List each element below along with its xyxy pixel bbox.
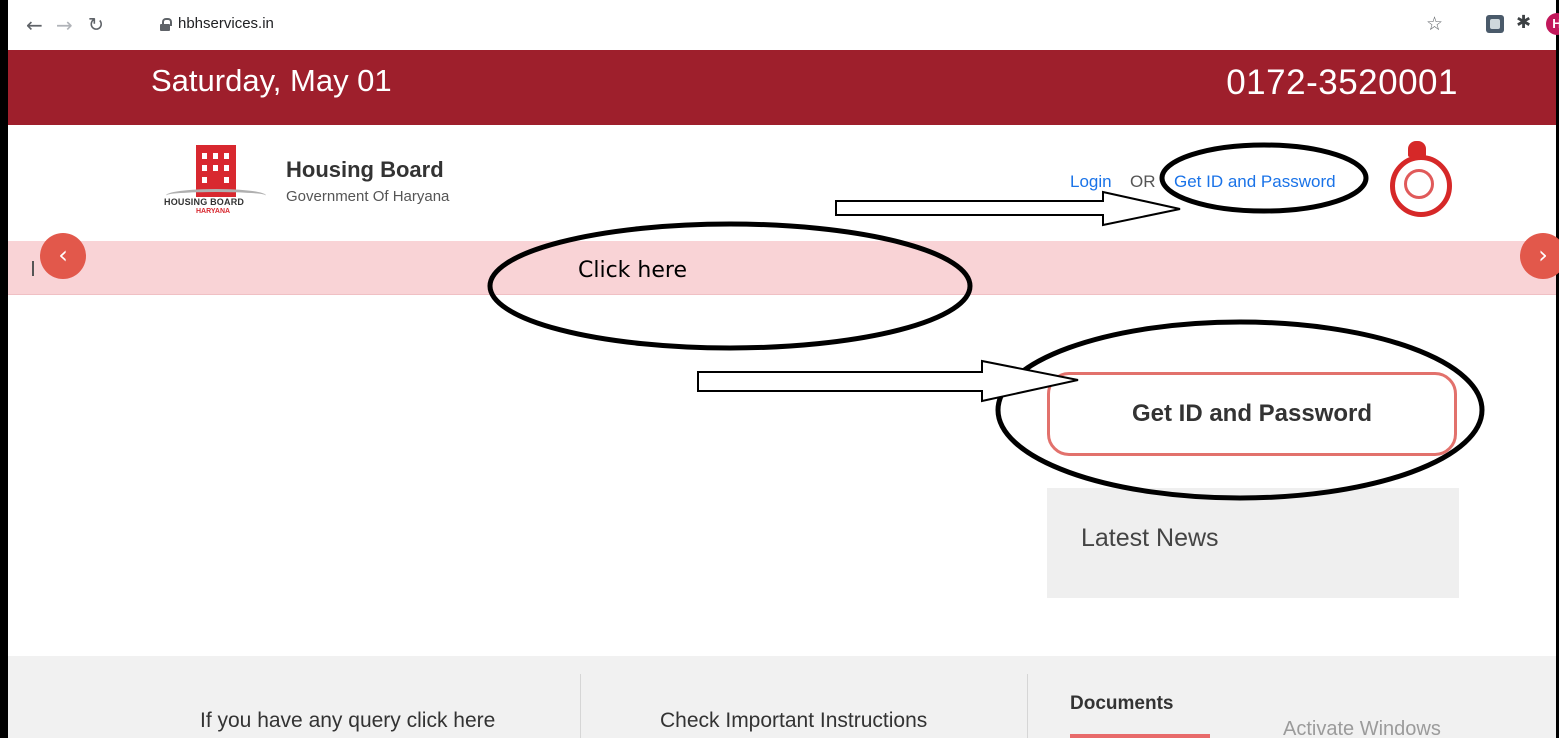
- highlight-ellipse-header-link: [1159, 142, 1369, 214]
- highlight-ellipse-button: [995, 319, 1485, 501]
- arrow-to-header-link: [835, 190, 1181, 227]
- callout-ellipse: [487, 221, 973, 351]
- arrow-to-button: [697, 359, 1079, 403]
- annotation-overlay: [487, 142, 1485, 501]
- callout-text: Click here: [578, 258, 687, 283]
